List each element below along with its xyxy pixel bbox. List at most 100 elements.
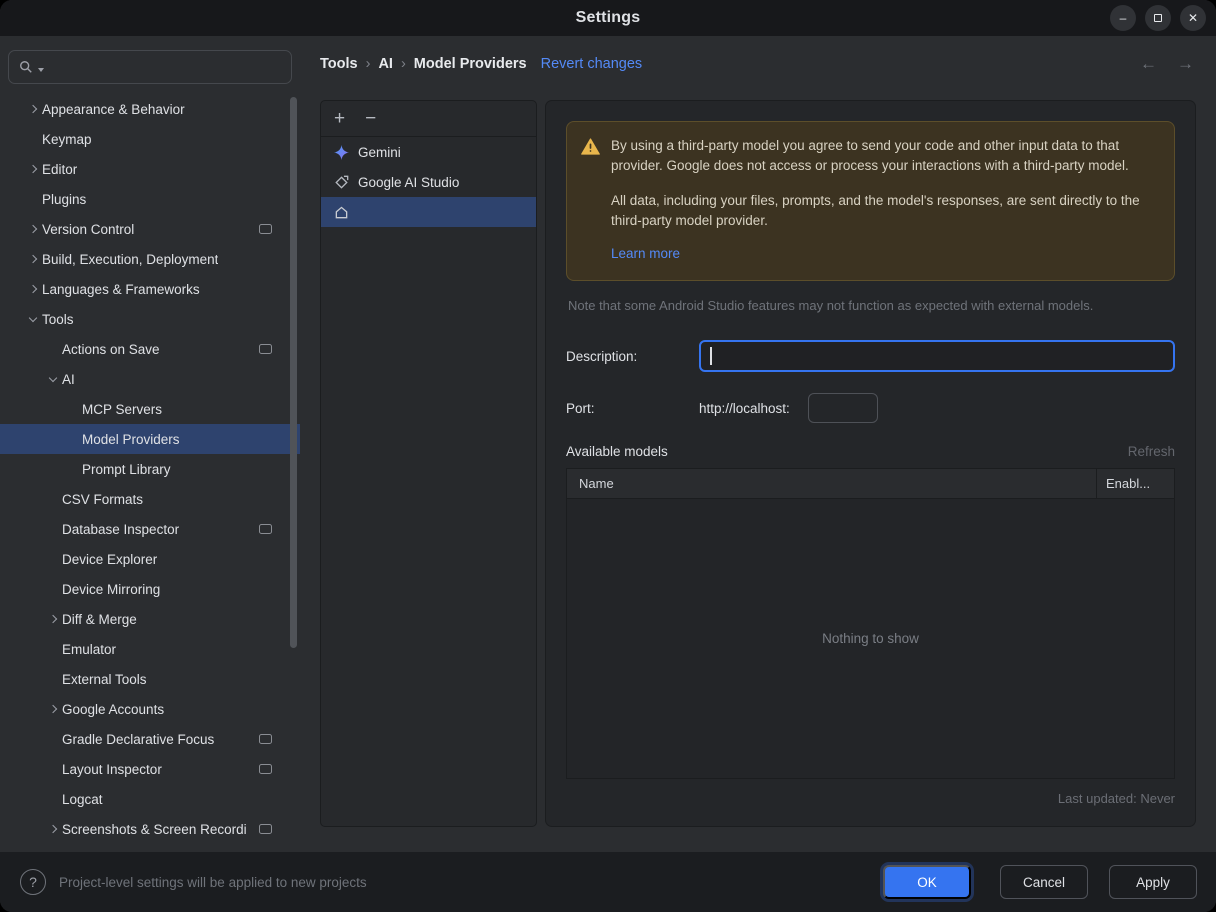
- sidebar-item-gradle-declarative-focus[interactable]: Gradle Declarative Focus: [0, 724, 300, 754]
- add-provider-button[interactable]: +: [334, 109, 345, 128]
- back-arrow-icon[interactable]: ←: [1140, 54, 1157, 74]
- breadcrumb-model-providers[interactable]: Model Providers: [414, 56, 527, 72]
- learn-more-link[interactable]: Learn more: [611, 244, 680, 264]
- sidebar-item-label: Screenshots & Screen Recordi: [62, 821, 247, 837]
- sidebar-item-label: Database Inspector: [62, 521, 180, 537]
- sidebar-item-label: Appearance & Behavior: [42, 101, 185, 117]
- sidebar-item-appearance-behavior[interactable]: Appearance & Behavior: [0, 94, 300, 124]
- sidebar-item-label: Diff & Merge: [62, 611, 137, 627]
- chevron-down-icon[interactable]: [24, 310, 42, 328]
- sidebar-item-label: AI: [62, 371, 75, 387]
- maximize-icon: [1154, 14, 1162, 22]
- apply-button[interactable]: Apply: [1109, 865, 1197, 899]
- maximize-button[interactable]: [1145, 5, 1171, 31]
- chevron-right-icon[interactable]: [24, 280, 42, 298]
- settings-search-box[interactable]: [8, 50, 292, 84]
- provider-label: Gemini: [358, 144, 401, 160]
- forward-arrow-icon[interactable]: →: [1177, 54, 1194, 74]
- available-models-label: Available models: [566, 444, 668, 460]
- sidebar-item-label: Plugins: [42, 191, 87, 207]
- sidebar-item-device-mirroring[interactable]: Device Mirroring: [0, 574, 300, 604]
- chevron-down-icon[interactable]: [44, 370, 62, 388]
- chevron-right-icon[interactable]: [24, 100, 42, 118]
- main-area: Appearance & Behavior Keymap Editor Plugins…: [0, 36, 1216, 852]
- sidebar-item-label: External Tools: [62, 671, 147, 687]
- help-button[interactable]: ?: [20, 869, 46, 895]
- sidebar-item-database-inspector[interactable]: Database Inspector: [0, 514, 300, 544]
- refresh-button[interactable]: Refresh: [1128, 444, 1175, 459]
- revert-changes-link[interactable]: Revert changes: [541, 56, 643, 72]
- close-button[interactable]: ✕: [1180, 5, 1206, 31]
- chevron-right-icon[interactable]: [24, 160, 42, 178]
- sidebar-item-tools[interactable]: Tools: [0, 304, 300, 334]
- models-table: Name Enabl... Nothing to show: [566, 468, 1175, 779]
- sidebar-item-mcp-servers[interactable]: MCP Servers: [0, 394, 300, 424]
- new-project-settings-icon: [259, 734, 272, 744]
- chevron-right-icon[interactable]: [24, 220, 42, 238]
- sidebar-item-external-tools[interactable]: External Tools: [0, 664, 300, 694]
- chevron-right-icon[interactable]: [24, 250, 42, 268]
- project-level-hint: Project-level settings will be applied t…: [59, 874, 367, 890]
- sidebar-item-model-providers[interactable]: Model Providers: [0, 424, 300, 454]
- breadcrumb-ai[interactable]: AI: [378, 56, 393, 72]
- external-models-note: Note that some Android Studio features m…: [568, 298, 1094, 314]
- sidebar-item-version-control[interactable]: Version Control: [0, 214, 300, 244]
- sidebar-item-logcat[interactable]: Logcat: [0, 784, 300, 814]
- sidebar-item-label: Layout Inspector: [62, 761, 162, 777]
- sidebar-item-screenshots-screen-recordi[interactable]: Screenshots & Screen Recordi: [0, 814, 300, 844]
- sidebar-item-ai[interactable]: AI: [0, 364, 300, 394]
- settings-sidebar: Appearance & Behavior Keymap Editor Plugins…: [0, 36, 300, 852]
- models-table-header: Name Enabl...: [567, 469, 1174, 500]
- sidebar-item-csv-formats[interactable]: CSV Formats: [0, 484, 300, 514]
- description-input[interactable]: [699, 340, 1175, 373]
- warning-text: By using a third-party model you agree t…: [611, 136, 1158, 264]
- minimize-button[interactable]: –: [1110, 5, 1136, 31]
- new-project-settings-icon: [259, 764, 272, 774]
- cancel-button[interactable]: Cancel: [1000, 865, 1088, 899]
- breadcrumb-tools[interactable]: Tools: [320, 56, 358, 72]
- ok-button[interactable]: OK: [883, 865, 971, 899]
- description-label: Description:: [566, 348, 638, 364]
- sidebar-item-build-execution-deployment[interactable]: Build, Execution, Deployment: [0, 244, 300, 274]
- sidebar-scrollbar[interactable]: [290, 97, 297, 648]
- port-row: Port: http://localhost:: [566, 393, 1175, 424]
- sidebar-item-editor[interactable]: Editor: [0, 154, 300, 184]
- sidebar-item-prompt-library[interactable]: Prompt Library: [0, 454, 300, 484]
- gemini-icon: [333, 144, 349, 160]
- sidebar-item-actions-on-save[interactable]: Actions on Save: [0, 334, 300, 364]
- chevron-right-icon[interactable]: [44, 820, 62, 838]
- provider-row-gemini[interactable]: Gemini: [321, 137, 536, 167]
- sidebar-item-google-accounts[interactable]: Google Accounts: [0, 694, 300, 724]
- column-header-enabled: Enabl...: [1096, 469, 1174, 499]
- port-label: Port:: [566, 400, 595, 416]
- sidebar-item-plugins[interactable]: Plugins: [0, 184, 300, 214]
- chevron-right-icon[interactable]: [44, 610, 62, 628]
- breadcrumb-separator: ›: [365, 56, 371, 72]
- sidebar-item-keymap[interactable]: Keymap: [0, 124, 300, 154]
- chevron-right-icon[interactable]: [44, 700, 62, 718]
- right-column: Tools › AI › Model Providers Revert chan…: [300, 36, 1216, 852]
- sidebar-item-diff-merge[interactable]: Diff & Merge: [0, 604, 300, 634]
- minimize-icon: –: [1119, 11, 1127, 25]
- search-history-caret-icon: [38, 68, 44, 72]
- sidebar-item-label: Device Mirroring: [62, 581, 161, 597]
- port-input[interactable]: [807, 393, 878, 424]
- remove-provider-button[interactable]: −: [365, 109, 376, 128]
- sidebar-item-languages-frameworks[interactable]: Languages & Frameworks: [0, 274, 300, 304]
- settings-search-input[interactable]: [49, 59, 281, 75]
- sidebar-item-device-explorer[interactable]: Device Explorer: [0, 544, 300, 574]
- sidebar-item-label: Gradle Declarative Focus: [62, 731, 215, 747]
- sidebar-item-emulator[interactable]: Emulator: [0, 634, 300, 664]
- provider-row-new[interactable]: [321, 197, 536, 227]
- provider-row-google-ai-studio[interactable]: Google AI Studio: [321, 167, 536, 197]
- sidebar-item-layout-inspector[interactable]: Layout Inspector: [0, 754, 300, 784]
